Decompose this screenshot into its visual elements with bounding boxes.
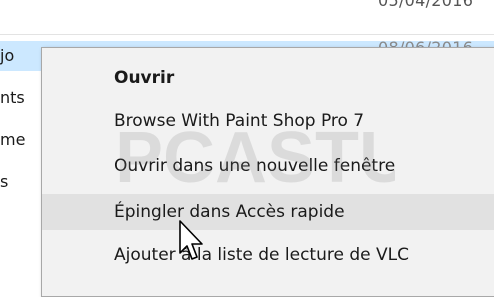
- arrow-pointer-icon: [179, 220, 203, 260]
- file-name[interactable]: nts: [0, 88, 40, 107]
- menu-item-open-new-window[interactable]: Ouvrir dans une nouvelle fenêtre: [42, 148, 494, 184]
- row-divider: [0, 34, 494, 35]
- file-name[interactable]: jo: [0, 46, 40, 65]
- file-name[interactable]: me: [0, 130, 40, 149]
- date-cell: 05/04/2016: [378, 0, 474, 10]
- menu-item-pin-quick-access[interactable]: Épingler dans Accès rapide: [42, 194, 494, 230]
- context-menu: Ouvrir Browse With Paint Shop Pro 7 Ouvr…: [41, 47, 494, 297]
- file-name[interactable]: s: [0, 172, 40, 191]
- menu-item-open[interactable]: Ouvrir: [42, 60, 494, 96]
- menu-item-browse-paint-shop[interactable]: Browse With Paint Shop Pro 7: [42, 103, 494, 139]
- menu-item-add-vlc-playlist[interactable]: Ajouter à la liste de lecture de VLC: [42, 237, 494, 273]
